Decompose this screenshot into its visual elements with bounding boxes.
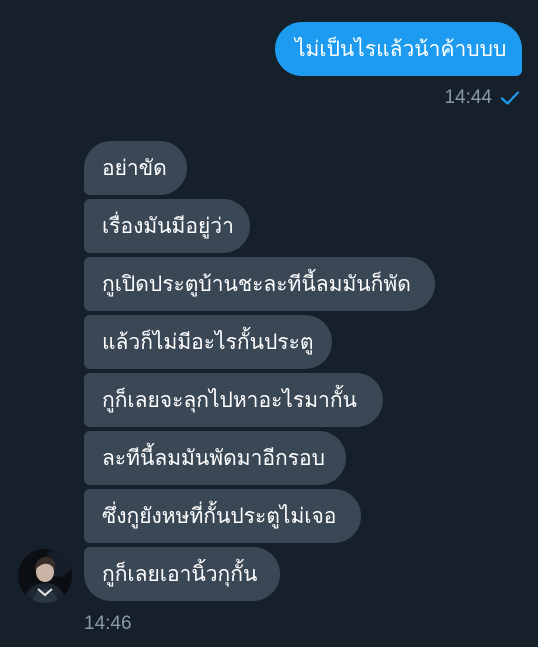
sent-message-bubble[interactable]: ไม่เป็นไรแล้วน้าค้าบบบ bbox=[275, 22, 522, 76]
sent-message-meta: 14:44 bbox=[444, 86, 520, 110]
avatar-image bbox=[18, 549, 72, 603]
avatar[interactable] bbox=[18, 549, 72, 603]
received-message-timestamp: 14:46 bbox=[84, 613, 132, 634]
received-message-bubble[interactable]: แล้วก็ไม่มีอะไรกั้นประตู bbox=[84, 315, 332, 369]
received-message-bubble[interactable]: ซึ่งกูยังหษที่กั้นประตูไม่เจอ bbox=[84, 489, 361, 543]
received-message-bubble[interactable]: เรื่องมันมีอยู่ว่า bbox=[84, 199, 250, 253]
received-message-bubble[interactable]: กูก็เลยจะลุกไปหาอะไรมากั้น bbox=[84, 373, 383, 427]
sent-message-timestamp: 14:44 bbox=[444, 87, 492, 108]
received-message-bubble[interactable]: ละทีนี้ลมมันพัดมาอีกรอบ bbox=[84, 431, 346, 485]
received-message-bubble[interactable]: อย่าขัด bbox=[84, 141, 187, 195]
check-icon bbox=[500, 91, 520, 105]
received-message-bubble[interactable]: กูเปิดประตูบ้านชะละทีนี้ลมมันก็พัด bbox=[84, 257, 435, 311]
received-message-bubble[interactable]: กูก็เลยเอานิ้วกุกั้น bbox=[84, 547, 280, 601]
